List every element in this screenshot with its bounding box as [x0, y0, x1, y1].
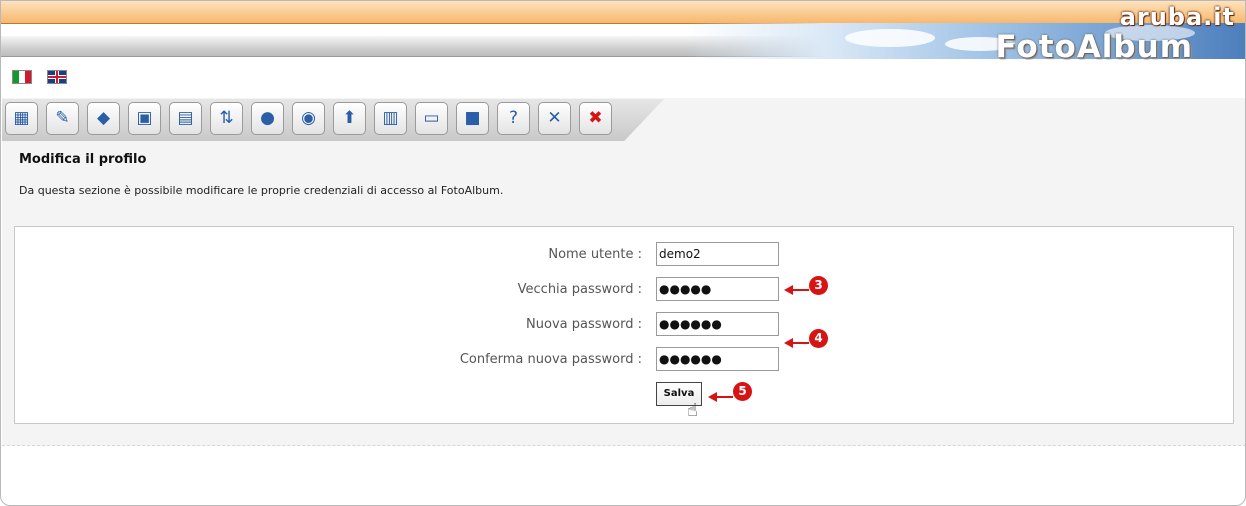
new-password-label: Nuova password :	[526, 317, 642, 332]
annotation-marker-4: 4	[809, 329, 828, 348]
english-flag-icon[interactable]	[47, 70, 68, 84]
annotation-arrow	[784, 285, 809, 295]
language-selector	[12, 70, 77, 89]
help-icon[interactable]: ?	[497, 102, 530, 135]
sort-icon[interactable]: ⇅	[210, 102, 243, 135]
hand-cursor-icon: ☝	[687, 400, 698, 421]
tools-icon[interactable]: ✕	[538, 102, 571, 135]
italian-flag-icon[interactable]	[12, 70, 32, 84]
site-edit-icon[interactable]: ▥	[374, 102, 407, 135]
confirm-password-field[interactable]: ●●●●●●	[656, 347, 779, 371]
header-bar	[1, 1, 1245, 24]
new-password-field[interactable]: ●●●●●●	[656, 312, 779, 336]
edit-image-icon[interactable]: ▤	[169, 102, 202, 135]
monitor-icon[interactable]: ▭	[415, 102, 448, 135]
text-edit-icon[interactable]: ✎	[46, 102, 79, 135]
page-title: Modifica il profilo	[19, 152, 147, 167]
app-window: aruba.it FotoAlbum ▦ ✎ ◆ ▣ ▤ ⇅ ● ◉ ⬆ ▥ ▭…	[0, 0, 1246, 506]
edit-video-icon[interactable]: ◉	[292, 102, 325, 135]
fotoalbum-logo: FotoAlbum	[995, 29, 1193, 65]
username-label: Nome utente :	[548, 247, 642, 262]
old-password-field[interactable]: ●●●●●	[656, 277, 779, 301]
annotation-arrow	[784, 338, 809, 348]
old-password-label: Vecchia password :	[517, 282, 642, 297]
content-divider	[2, 445, 1245, 446]
album-icon[interactable]: ▦	[5, 102, 38, 135]
annotation-marker-5: 5	[733, 382, 752, 401]
logout-icon[interactable]: ✖	[579, 102, 612, 135]
page-description: Da questa sezione è possibile modificare…	[19, 184, 504, 197]
username-field[interactable]: demo2	[656, 242, 779, 266]
publish-icon[interactable]: ⬆	[333, 102, 366, 135]
add-video-icon[interactable]: ●	[251, 102, 284, 135]
annotation-marker-3: 3	[809, 276, 828, 295]
box-icon[interactable]: ■	[456, 102, 489, 135]
confirm-password-label: Conferma nuova password :	[459, 352, 642, 367]
add-image-icon[interactable]: ▣	[128, 102, 161, 135]
aruba-brand: aruba.it	[1119, 3, 1235, 31]
annotation-arrow	[708, 392, 733, 402]
book-icon[interactable]: ◆	[87, 102, 120, 135]
